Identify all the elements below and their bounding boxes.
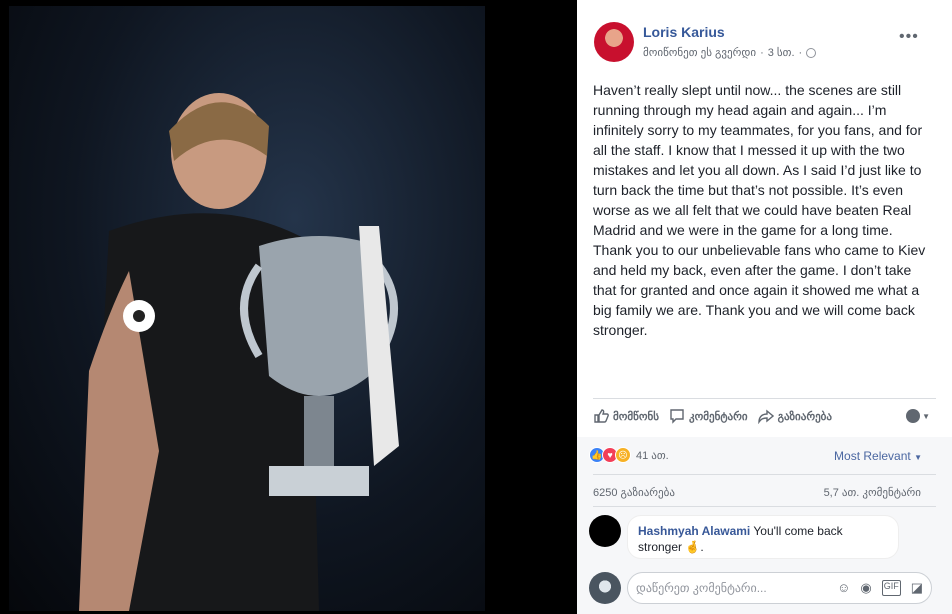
share-button[interactable]: გაზიარება xyxy=(757,408,832,424)
gif-icon[interactable]: GIF xyxy=(881,580,901,596)
like-button[interactable]: მომწონს xyxy=(593,408,659,424)
divider xyxy=(593,506,936,507)
camera-icon[interactable]: ◉ xyxy=(860,580,871,596)
shares-count[interactable]: 6250 გაზიარება xyxy=(593,486,675,499)
commenter-name[interactable]: Hashmyah Alawami xyxy=(638,524,750,538)
author-avatar[interactable] xyxy=(594,22,634,62)
commenter-avatar[interactable] xyxy=(589,515,621,547)
champions-league-trophy xyxy=(240,226,399,496)
share-icon xyxy=(757,409,774,424)
divider xyxy=(593,474,936,475)
sticker-icon[interactable]: ◪ xyxy=(911,580,923,596)
share-label: გაზიარება xyxy=(777,410,832,423)
fingers-crossed-emoji-icon: 🤞 xyxy=(685,540,701,554)
sad-reaction-icon: ☹ xyxy=(615,447,631,463)
post-header: Loris Karius მოიწონეთ ეს გვერდი · 3 სთ. … xyxy=(577,14,952,74)
comment-item: Hashmyah Alawami You'll come back strong… xyxy=(589,515,909,559)
audience-globe-icon xyxy=(906,409,921,423)
chevron-down-icon: ▼ xyxy=(914,453,922,462)
author-name[interactable]: Loris Karius xyxy=(643,24,725,40)
thumbs-up-icon xyxy=(594,409,609,423)
sort-label: Most Relevant xyxy=(834,449,911,463)
comments-count[interactable]: 5,7 ათ. კომენტარი xyxy=(824,486,921,499)
composer-icons: ☺ ◉ GIF ◪ xyxy=(837,580,923,596)
post-time[interactable]: 3 სთ. xyxy=(768,46,795,59)
comment-bubble: Hashmyah Alawami You'll come back strong… xyxy=(627,515,899,559)
comment-input[interactable]: დაწერეთ კომენტარი... ☺ ◉ GIF ◪ xyxy=(627,572,932,604)
reaction-count: 41 ათ. xyxy=(636,449,669,462)
post-actions: მომწონს კომენტარი გაზიარება ▼ xyxy=(593,405,936,427)
separator-dot: · xyxy=(798,46,803,59)
like-label: მომწონს xyxy=(613,410,659,423)
current-user-avatar xyxy=(589,572,621,604)
comment-suffix: . xyxy=(700,540,704,554)
post-stats: 6250 გაზიარება 5,7 ათ. კომენტარი xyxy=(593,486,921,499)
separator-dot: · xyxy=(760,46,764,59)
goalkeeper-with-trophy-image xyxy=(9,6,485,611)
divider xyxy=(593,398,936,399)
photo-border xyxy=(485,0,577,614)
post-text: Haven’t really slept until now... the sc… xyxy=(593,82,926,338)
emoji-icon[interactable]: ☺ xyxy=(837,580,850,596)
comment-label: კომენტარი xyxy=(688,410,748,423)
post-meta: მოიწონეთ ეს გვერდი · 3 სთ. · xyxy=(643,46,817,59)
sort-comments-dropdown[interactable]: Most Relevant ▼ xyxy=(834,449,922,463)
more-options-button[interactable]: ••• xyxy=(899,28,919,46)
comment-placeholder: დაწერეთ კომენტარი... xyxy=(636,581,767,595)
comment-icon xyxy=(670,409,684,424)
comment-composer: დაწერეთ კომენტარი... ☺ ◉ GIF ◪ xyxy=(589,572,932,604)
chevron-down-icon: ▼ xyxy=(922,411,930,421)
post-side-panel: Loris Karius მოიწონეთ ეს გვერდი · 3 სთ. … xyxy=(577,0,952,614)
reaction-icons: 👍 ♥ ☹ xyxy=(589,447,631,463)
comment-button[interactable]: კომენტარი xyxy=(669,408,748,424)
audience-selector[interactable]: ▼ xyxy=(906,409,930,423)
globe-icon xyxy=(806,47,817,58)
like-page-link[interactable]: მოიწონეთ ეს გვერდი xyxy=(643,46,756,59)
